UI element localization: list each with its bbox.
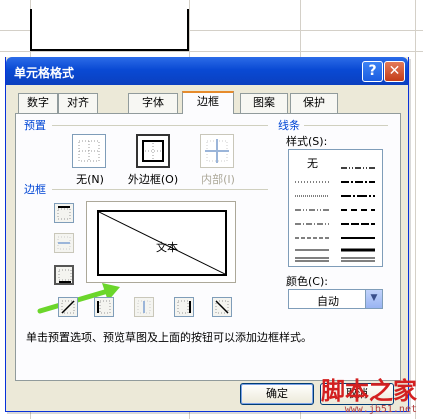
format-cells-dialog: 单元格格式 ? ✕ 数字 对齐 字体 边框 图案 保护 预置 无(N) 外边框(… bbox=[5, 57, 409, 412]
preset-inside-label: 内部(I) bbox=[201, 173, 235, 186]
dialog-title: 单元格格式 bbox=[14, 66, 75, 80]
preset-none-label: 无(N) bbox=[76, 173, 104, 186]
tab-protection[interactable]: 保护 bbox=[290, 93, 338, 113]
preview-text: 文本 bbox=[156, 241, 178, 254]
diagonal-down-icon bbox=[215, 300, 229, 314]
border-diagonal-down-button[interactable] bbox=[212, 297, 232, 317]
line-style-label: 样式(S): bbox=[286, 135, 328, 148]
border-preview[interactable]: 文本 bbox=[86, 201, 236, 283]
preset-inside-icon bbox=[205, 139, 229, 163]
help-button[interactable]: ? bbox=[362, 61, 383, 82]
border-top-icon bbox=[57, 206, 71, 220]
preset-none-icon bbox=[78, 140, 100, 162]
border-right-icon bbox=[177, 300, 191, 314]
presets-group-label: 预置 bbox=[24, 119, 46, 132]
preset-none-button[interactable] bbox=[72, 134, 106, 168]
border-left-icon bbox=[97, 300, 111, 314]
preview-cell: 文本 bbox=[97, 210, 227, 276]
border-inside-vertical-button bbox=[134, 297, 154, 317]
border-inside-horizontal-button bbox=[54, 233, 74, 253]
chevron-down-icon[interactable]: ▼ bbox=[365, 290, 382, 308]
border-right-button[interactable] bbox=[174, 297, 194, 317]
tab-border[interactable]: 边框 bbox=[182, 91, 234, 114]
border-left-button[interactable] bbox=[94, 297, 114, 317]
line-styles-preview bbox=[295, 167, 375, 262]
line-color-select[interactable]: 自动 ▼ bbox=[288, 289, 383, 309]
watermark: 脚本之家 www.jb51.net bbox=[321, 376, 417, 416]
line-style-list[interactable]: 无 bbox=[288, 149, 383, 267]
border-inside-vertical-icon bbox=[137, 300, 151, 314]
preset-outline-icon bbox=[142, 140, 164, 162]
tab-font[interactable]: 字体 bbox=[128, 93, 178, 113]
selected-cell[interactable] bbox=[30, 9, 189, 51]
tab-number[interactable]: 数字 bbox=[18, 93, 58, 113]
diagonal-up-icon bbox=[61, 300, 75, 314]
line-group-label: 线条 bbox=[278, 119, 300, 132]
title-bar[interactable]: 单元格格式 ? ✕ bbox=[6, 57, 408, 85]
preset-outline-label: 外边框(O) bbox=[127, 173, 179, 186]
tab-alignment[interactable]: 对齐 bbox=[58, 93, 98, 113]
border-group-label: 边框 bbox=[24, 183, 46, 196]
ok-button[interactable]: 确定 bbox=[240, 383, 314, 405]
watermark-url: www.jb51.net bbox=[344, 404, 417, 415]
border-inside-horizontal-icon bbox=[57, 236, 71, 250]
preset-outline-button[interactable] bbox=[136, 134, 170, 168]
line-color-value: 自动 bbox=[317, 295, 339, 308]
hint-text: 单击预置选项、预览草图及上面的按钮可以添加边框样式。 bbox=[26, 331, 312, 344]
tab-patterns[interactable]: 图案 bbox=[240, 93, 288, 113]
watermark-title: 脚本之家 bbox=[321, 376, 417, 405]
preset-inside-button bbox=[200, 134, 234, 168]
border-top-button[interactable] bbox=[54, 203, 74, 223]
line-color-label: 颜色(C): bbox=[286, 275, 328, 288]
border-diagonal-up-button[interactable] bbox=[58, 297, 78, 317]
close-button[interactable]: ✕ bbox=[384, 61, 405, 82]
